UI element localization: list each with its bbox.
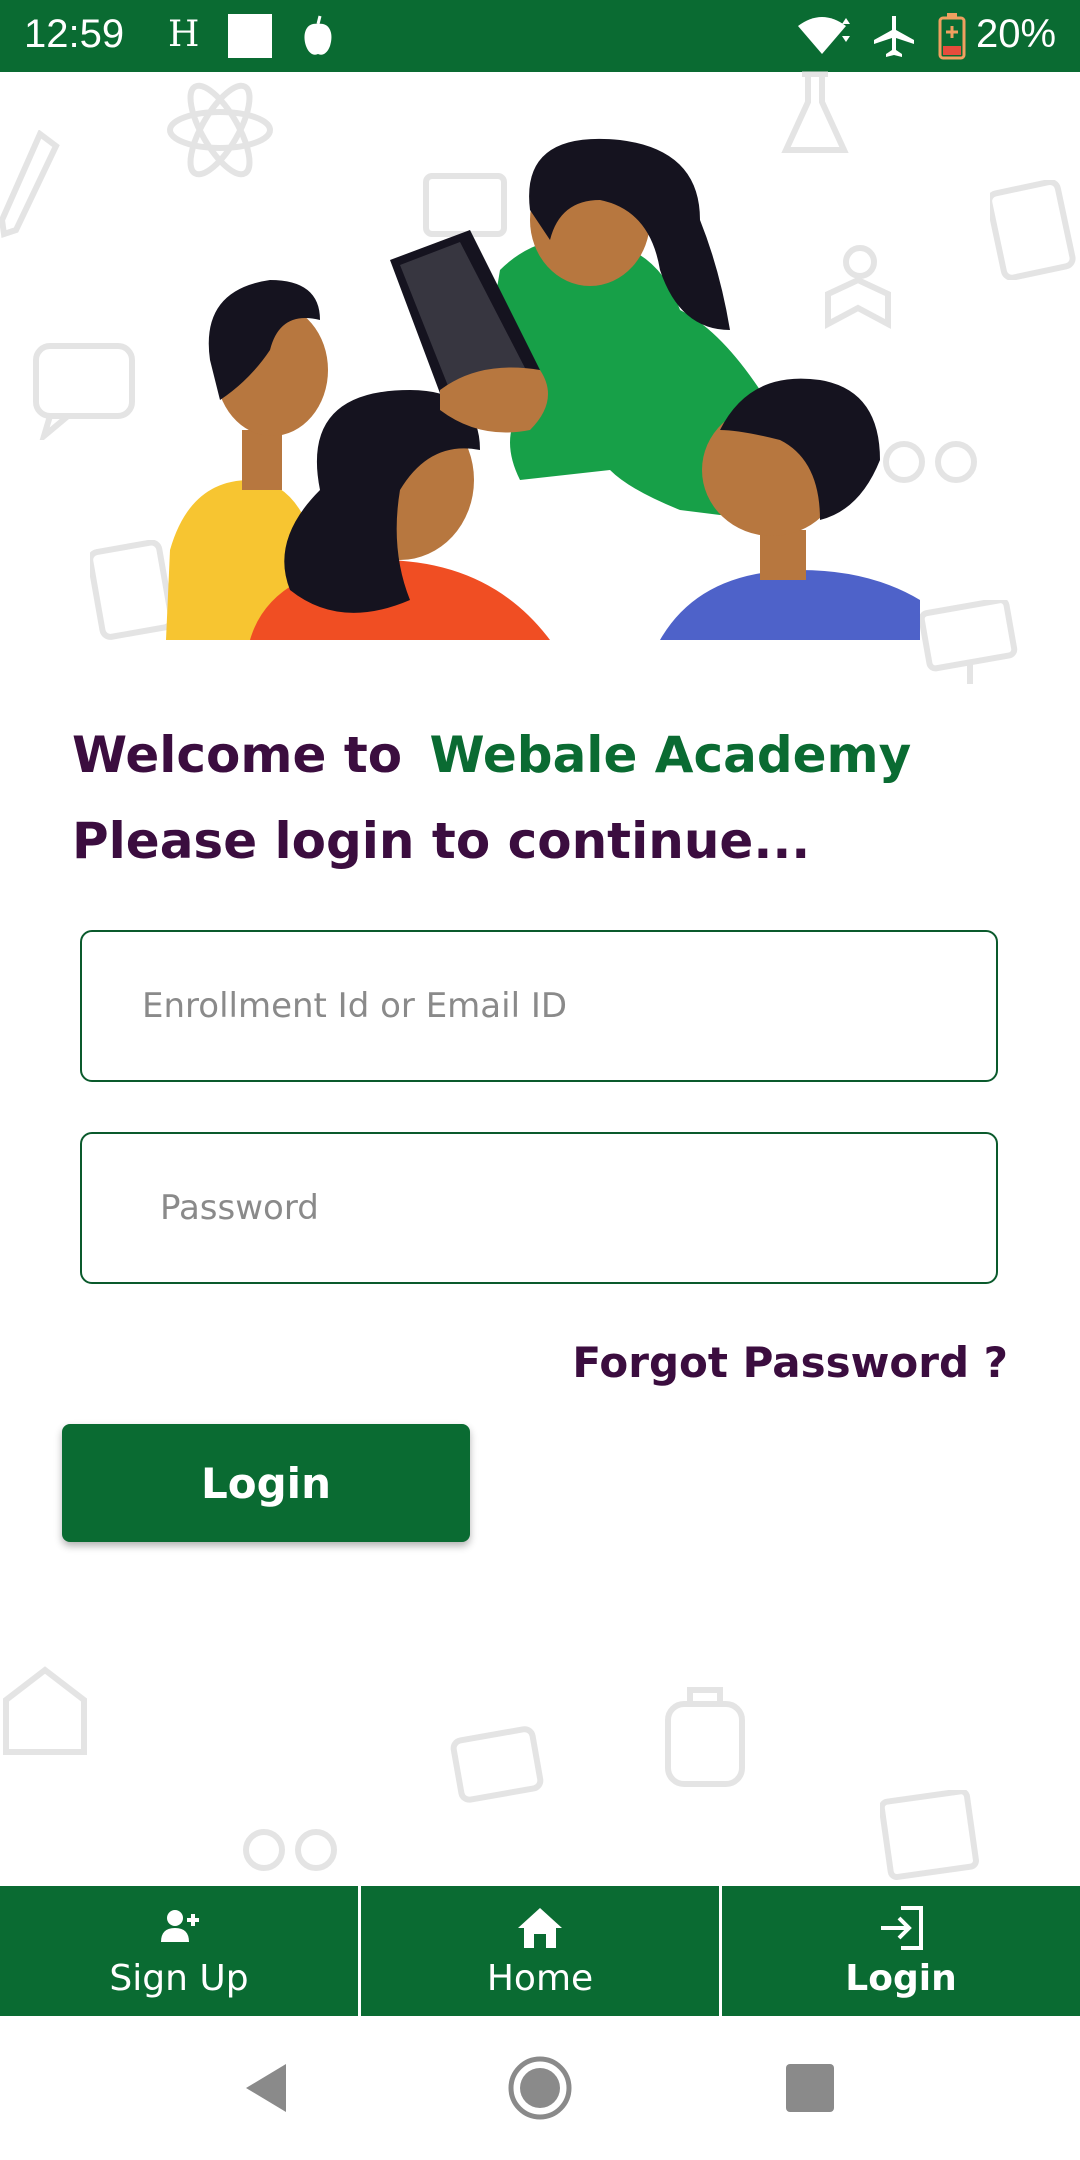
students-reading-illustration [166, 138, 920, 640]
system-nav-bar [0, 2016, 1080, 2160]
certificate-doodle-icon-2 [450, 1726, 544, 1803]
tab-label: Sign Up [109, 1958, 249, 1999]
status-time: 12:59 [24, 12, 125, 56]
pencil-doodle-icon [0, 130, 60, 238]
tab-home[interactable]: Home [361, 1886, 722, 2016]
password-input[interactable] [82, 1134, 996, 1282]
battery-icon [938, 13, 966, 60]
recents-icon[interactable] [778, 2056, 842, 2120]
home-circle-icon[interactable] [508, 2056, 572, 2120]
bottom-nav: Sign Up Home Login [0, 1886, 1080, 2016]
tab-sign-up[interactable]: Sign Up [0, 1886, 361, 2016]
abacus-doodle-icon [880, 1790, 979, 1880]
status-h-indicator: H [168, 14, 200, 55]
password-field[interactable] [80, 1132, 998, 1284]
login-subtitle: Please login to continue... [72, 812, 811, 870]
apple-icon [304, 15, 332, 55]
tab-login[interactable]: Login [722, 1886, 1080, 2016]
glasses-doodle-icon-2 [243, 1829, 337, 1871]
square-icon [228, 14, 272, 58]
battery-percent: 20% [976, 12, 1057, 56]
welcome-prefix: Welcome to [72, 726, 403, 784]
board-doodle-icon [920, 600, 1018, 684]
notebook-doodle-icon [990, 180, 1076, 280]
login-button[interactable]: Login [62, 1424, 470, 1542]
add-user-icon [161, 1910, 199, 1942]
backpack-doodle-icon [665, 1687, 745, 1787]
status-bar: 12:59 H 20% [0, 0, 1080, 72]
email-field[interactable] [80, 930, 998, 1082]
academy-name: Webale Academy [429, 726, 912, 784]
email-input[interactable] [82, 932, 996, 1080]
school-doodle-icon [3, 1666, 87, 1755]
back-icon[interactable] [236, 2056, 300, 2120]
airplane-mode-icon [874, 16, 914, 57]
tab-label: Home [486, 1958, 594, 1999]
wifi-icon [798, 17, 850, 54]
forgot-password-link[interactable]: Forgot Password ? [572, 1338, 1008, 1387]
chat-book-doodle-icon [33, 343, 135, 440]
login-icon [881, 1906, 923, 1950]
home-icon [518, 1908, 562, 1948]
welcome-heading: Welcome to Webale Academy [72, 726, 911, 784]
tab-label: Login [845, 1958, 957, 1999]
